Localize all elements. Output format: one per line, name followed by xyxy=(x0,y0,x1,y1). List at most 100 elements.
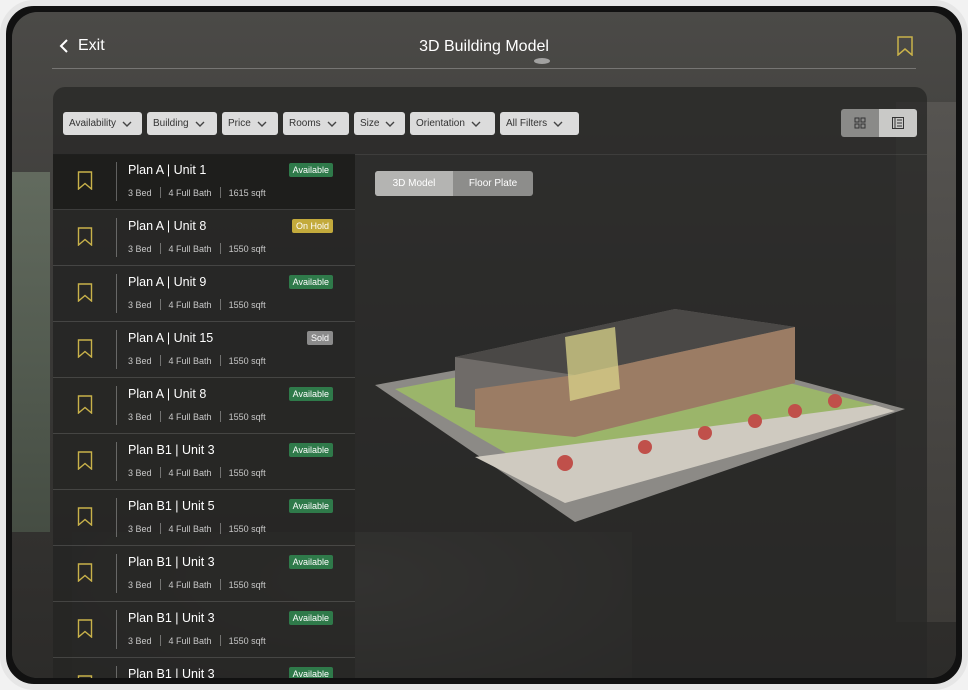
unit-meta: 3 Bed 4 Full Bath 1550 sqft xyxy=(128,299,266,310)
unit-meta: 3 Bed 4 Full Bath 1550 sqft xyxy=(128,635,266,646)
bookmark-icon[interactable] xyxy=(77,675,93,678)
meta-divider xyxy=(219,467,221,478)
model-tree xyxy=(557,455,573,471)
unit-meta: 3 Bed 4 Full Bath 1550 sqft xyxy=(128,523,266,534)
bookmark-icon[interactable] xyxy=(77,283,93,302)
meta-divider xyxy=(219,523,221,534)
page-title: 3D Building Model xyxy=(419,38,549,55)
unit-list-item[interactable]: Plan B1 | Unit 5 3 Bed 4 Full Bath 1550 sqf… xyxy=(53,490,355,546)
unit-list-item[interactable]: Plan A | Unit 9 3 Bed 4 Full Bath 1550 sqft… xyxy=(53,266,355,322)
unit-beds: 3 Bed xyxy=(128,187,152,198)
meta-divider xyxy=(219,411,221,422)
meta-divider xyxy=(159,635,161,646)
filter-orientation[interactable]: Orientation xyxy=(410,112,495,135)
filter-label: All Filters xyxy=(506,118,548,129)
unit-baths: 4 Full Bath xyxy=(168,523,212,534)
meta-divider xyxy=(219,579,221,590)
filter-all[interactable]: All Filters xyxy=(500,112,579,135)
unit-size: 1550 sqft xyxy=(228,467,266,478)
unit-size: 1615 sqft xyxy=(228,187,266,198)
unit-size: 1550 sqft xyxy=(228,523,266,534)
unit-list-item[interactable]: Plan B1 | Unit 33 Bed4 Full Bath1550 sqf… xyxy=(53,658,355,678)
unit-size: 1550 sqft xyxy=(228,299,266,310)
filter-rooms[interactable]: Rooms xyxy=(283,112,349,135)
filter-size[interactable]: Size xyxy=(354,112,405,135)
tab-3d-model[interactable]: 3D Model xyxy=(375,171,453,196)
unit-beds: 3 Bed xyxy=(128,467,152,478)
row-divider xyxy=(116,498,117,537)
unit-meta: 3 Bed 4 Full Bath 1550 sqft xyxy=(128,579,266,590)
unit-size: 1550 sqft xyxy=(228,411,266,422)
filter-label: Price xyxy=(228,118,251,129)
unit-baths: 4 Full Bath xyxy=(168,635,212,646)
unit-name: Plan B1 | Unit 3 xyxy=(128,443,215,457)
filter-bar: Availability Building Price Rooms Size O… xyxy=(63,112,579,135)
bookmark-icon[interactable] xyxy=(77,171,93,190)
top-bar: Exit 3D Building Model xyxy=(12,12,956,82)
status-badge: Available xyxy=(288,555,333,569)
meta-divider xyxy=(219,187,221,198)
meta-divider xyxy=(219,635,221,646)
bookmark-icon[interactable] xyxy=(77,395,93,414)
unit-list-item[interactable]: Plan A | Unit 1 3 Bed 4 Full Bath 1615 sqft… xyxy=(53,154,355,210)
unit-baths: 4 Full Bath xyxy=(168,187,212,198)
view-mode-switch: 3D Model Floor Plate xyxy=(375,171,533,196)
filter-label: Availability xyxy=(69,118,117,129)
unit-list-item[interactable]: Plan A | Unit 8 3 Bed 4 Full Bath 1550 sqft… xyxy=(53,378,355,434)
bookmark-icon[interactable] xyxy=(77,227,93,246)
meta-divider xyxy=(219,355,221,366)
filter-label: Orientation xyxy=(416,118,465,129)
unit-baths: 4 Full Bath xyxy=(168,411,212,422)
unit-meta: 3 Bed 4 Full Bath 1550 sqft xyxy=(128,355,266,366)
bookmark-icon[interactable] xyxy=(77,507,93,526)
unit-list-item[interactable]: Plan A | Unit 8 3 Bed 4 Full Bath 1550 sqft… xyxy=(53,210,355,266)
unit-beds: 3 Bed xyxy=(128,579,152,590)
grid-view-button[interactable] xyxy=(841,109,879,137)
unit-beds: 3 Bed xyxy=(128,523,152,534)
chevron-down-icon xyxy=(385,121,395,127)
row-divider xyxy=(116,610,117,649)
bookmark-icon[interactable] xyxy=(77,451,93,470)
unit-list-item[interactable]: Plan B1 | Unit 3 3 Bed4 Full Bath1550 sqf… xyxy=(53,546,355,602)
unit-baths: 4 Full Bath xyxy=(168,355,212,366)
list-view-button[interactable] xyxy=(879,109,917,137)
unit-name: Plan B1 | Unit 3 xyxy=(128,555,215,569)
filter-label: Building xyxy=(153,118,189,129)
filter-building[interactable]: Building xyxy=(147,112,217,135)
filter-price[interactable]: Price xyxy=(222,112,278,135)
meta-divider xyxy=(159,523,161,534)
unit-name: Plan A | Unit 1 xyxy=(128,163,207,177)
chevron-down-icon xyxy=(471,121,481,127)
tab-floor-plate[interactable]: Floor Plate xyxy=(453,171,533,196)
unit-beds: 3 Bed xyxy=(128,299,152,310)
header-divider xyxy=(52,68,916,69)
status-badge: On Hold xyxy=(291,219,333,233)
bookmark-icon[interactable] xyxy=(77,339,93,358)
filter-availability[interactable]: Availability xyxy=(63,112,142,135)
status-badge: Available xyxy=(288,163,333,177)
unit-list-item[interactable]: Plan A | Unit 15 3 Bed 4 Full Bath 1550 sqf… xyxy=(53,322,355,378)
filter-label: Size xyxy=(360,118,380,129)
row-divider xyxy=(116,162,117,201)
unit-list-item[interactable]: Plan B1 | Unit 33 Bed4 Full Bath1550 sqf… xyxy=(53,602,355,658)
status-badge: Available xyxy=(288,443,333,457)
building-3d-model[interactable] xyxy=(375,297,915,537)
bookmark-icon[interactable] xyxy=(77,619,93,638)
main-panel: Availability Building Price Rooms Size O… xyxy=(53,87,927,678)
chevron-down-icon xyxy=(553,121,563,127)
bookmark-icon[interactable] xyxy=(77,563,93,582)
unit-meta: 3 Bed 4 Full Bath 1550 sqft xyxy=(128,243,266,254)
status-badge: Available xyxy=(288,611,333,625)
bookmark-icon[interactable] xyxy=(896,36,914,56)
unit-baths: 4 Full Bath xyxy=(168,243,212,254)
unit-name: Plan B1 | Unit 5 xyxy=(128,499,215,513)
status-badge: Available xyxy=(288,275,333,289)
chevron-down-icon xyxy=(327,121,337,127)
unit-baths: 4 Full Bath xyxy=(168,299,212,310)
unit-name: Plan A | Unit 15 xyxy=(128,331,214,345)
chevron-down-icon xyxy=(195,121,205,127)
unit-meta: 3 Bed 4 Full Bath 1615 sqft xyxy=(128,187,266,198)
unit-size: 1550 sqft xyxy=(228,579,266,590)
list-icon xyxy=(892,117,904,129)
unit-list-item[interactable]: Plan B1 | Unit 33 Bed4 Full Bath1550 sqf… xyxy=(53,434,355,490)
